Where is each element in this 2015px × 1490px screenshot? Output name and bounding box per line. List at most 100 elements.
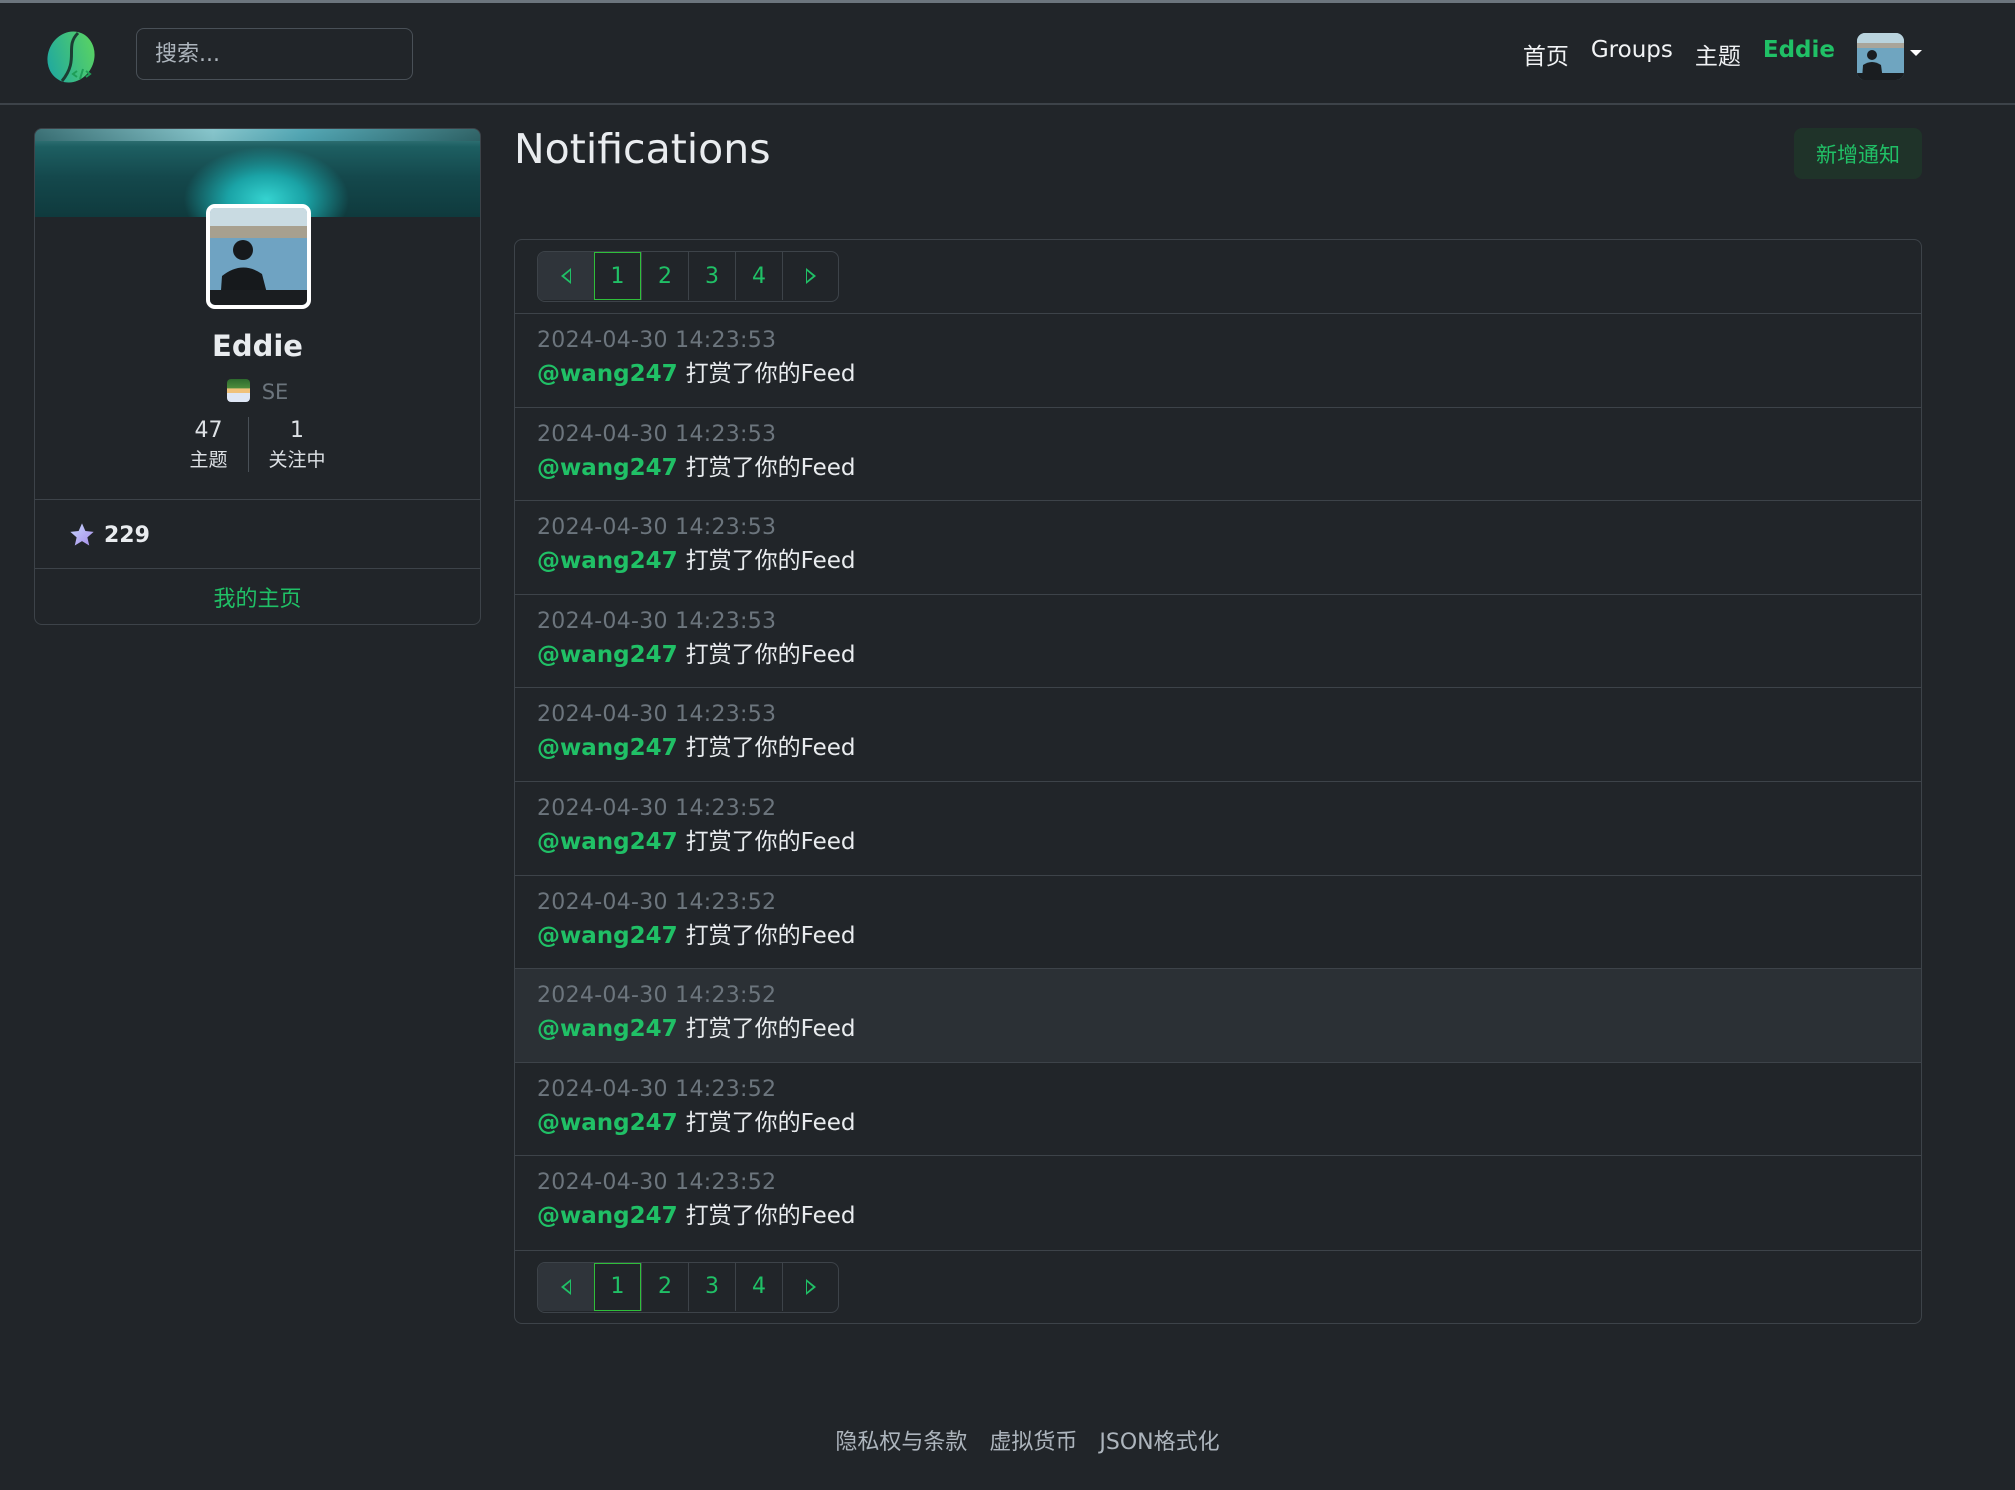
notification-timestamp: 2024-04-30 14:23:52 bbox=[537, 1076, 777, 1102]
notification-text: 打赏了你的Feed bbox=[685, 1016, 856, 1043]
page-4-button[interactable]: 4 bbox=[735, 252, 782, 300]
notification-message: @wang247 打赏了你的Feed bbox=[537, 824, 1899, 860]
notification-item[interactable]: 2024-04-30 14:23:53 @wang247 打赏了你的Feed bbox=[515, 314, 1921, 408]
notification-message: @wang247 打赏了你的Feed bbox=[537, 1011, 1899, 1047]
stat-following-value: 1 bbox=[290, 418, 304, 443]
user-avatar-menu[interactable] bbox=[1857, 33, 1904, 80]
footer-privacy-link[interactable]: 隐私权与条款 bbox=[835, 1424, 967, 1456]
next-page-button[interactable] bbox=[782, 252, 838, 300]
profile-stats: 47 主题 1 关注中 bbox=[35, 417, 480, 472]
pagination: 1 2 3 4 bbox=[537, 251, 839, 302]
notification-message: @wang247 打赏了你的Feed bbox=[537, 918, 1899, 954]
footer-json-link[interactable]: JSON格式化 bbox=[1099, 1424, 1219, 1456]
stat-following[interactable]: 1 关注中 bbox=[247, 417, 346, 472]
notification-text: 打赏了你的Feed bbox=[685, 361, 856, 387]
add-notification-button[interactable]: 新增通知 bbox=[1794, 128, 1922, 179]
notification-user-link[interactable]: @wang247 bbox=[537, 1203, 678, 1229]
notification-user-link[interactable]: @wang247 bbox=[537, 642, 678, 668]
caret-down-icon[interactable] bbox=[1910, 50, 1922, 56]
notification-message: @wang247 打赏了你的Feed bbox=[537, 1198, 1899, 1234]
notification-user-link[interactable]: @wang247 bbox=[537, 455, 678, 481]
pagination: 1 2 3 4 bbox=[537, 1261, 839, 1313]
notification-text: 打赏了你的Feed bbox=[685, 922, 856, 949]
page-3-button[interactable]: 3 bbox=[688, 1262, 735, 1311]
profile-card: Eddie SE 47 主题 1 关注中 229 我的主页 bbox=[34, 128, 481, 625]
notification-user-link[interactable]: @wang247 bbox=[537, 1016, 678, 1042]
technologist-emoji-icon bbox=[226, 379, 250, 402]
notification-timestamp: 2024-04-30 14:23:53 bbox=[537, 515, 777, 541]
notification-timestamp: 2024-04-30 14:23:52 bbox=[537, 983, 777, 1009]
notification-item[interactable]: 2024-04-30 14:23:53 @wang247 打赏了你的Feed bbox=[515, 688, 1921, 782]
stat-topics-label: 主题 bbox=[189, 449, 228, 471]
notification-message: @wang247 打赏了你的Feed bbox=[537, 543, 1899, 579]
prev-page-button[interactable] bbox=[538, 1262, 594, 1311]
stat-topics-value: 47 bbox=[194, 418, 223, 443]
notification-item[interactable]: 2024-04-30 14:23:52 @wang247 打赏了你的Feed bbox=[515, 1156, 1921, 1250]
pagination-top: 1 2 3 4 bbox=[515, 240, 1921, 314]
notification-text: 打赏了你的Feed bbox=[685, 1203, 856, 1230]
notification-text: 打赏了你的Feed bbox=[685, 828, 856, 855]
divider bbox=[35, 499, 480, 500]
notification-timestamp: 2024-04-30 14:23:52 bbox=[537, 795, 777, 821]
my-homepage-link[interactable]: 我的主页 bbox=[35, 581, 480, 613]
score-value: 229 bbox=[104, 522, 150, 548]
page-3-button[interactable]: 3 bbox=[688, 252, 735, 300]
notification-message: @wang247 打赏了你的Feed bbox=[537, 637, 1899, 673]
notification-text: 打赏了你的Feed bbox=[685, 1109, 856, 1136]
prev-triangle-icon bbox=[561, 1278, 571, 1295]
prev-page-button[interactable] bbox=[538, 252, 594, 300]
page-1-button[interactable]: 1 bbox=[594, 252, 641, 300]
stat-topics[interactable]: 47 主题 bbox=[169, 417, 247, 472]
profile-name: Eddie bbox=[212, 329, 303, 363]
notification-user-link[interactable]: @wang247 bbox=[537, 548, 678, 574]
page-4-button[interactable]: 4 bbox=[735, 1262, 782, 1311]
notification-timestamp: 2024-04-30 14:23:53 bbox=[537, 421, 777, 447]
role-text: SE bbox=[261, 380, 289, 404]
notification-item[interactable]: 2024-04-30 14:23:53 @wang247 打赏了你的Feed bbox=[515, 501, 1921, 595]
notification-user-link[interactable]: @wang247 bbox=[537, 829, 678, 855]
bean-code-logo-icon[interactable] bbox=[44, 29, 100, 85]
avatar-image bbox=[1857, 33, 1904, 80]
notification-item[interactable]: 2024-04-30 14:23:52 @wang247 打赏了你的Feed bbox=[515, 876, 1921, 970]
notification-list: 2024-04-30 14:23:53 @wang247 打赏了你的Feed 2024… bbox=[515, 314, 1921, 1250]
notification-user-link[interactable]: @wang247 bbox=[537, 735, 678, 761]
notification-item[interactable]: 2024-04-30 14:23:52 @wang247 打赏了你的Feed bbox=[515, 1063, 1921, 1157]
notifications-card: 1 2 3 4 2024-04-30 14:23:53 @wang247 打赏了你的… bbox=[514, 239, 1922, 1324]
notification-timestamp: 2024-04-30 14:23:53 bbox=[537, 608, 777, 634]
stat-following-label: 关注中 bbox=[268, 449, 326, 471]
notification-user-link[interactable]: @wang247 bbox=[537, 1110, 678, 1136]
page-2-button[interactable]: 2 bbox=[641, 252, 688, 300]
nav-user-profile[interactable]: Eddie bbox=[1763, 37, 1835, 71]
profile-avatar[interactable] bbox=[206, 204, 311, 309]
footer-currency-link[interactable]: 虚拟货币 bbox=[989, 1424, 1077, 1456]
footer: 隐私权与条款 虚拟货币 JSON格式化 bbox=[0, 1424, 2015, 1456]
notification-text: 打赏了你的Feed bbox=[685, 735, 856, 762]
notification-text: 打赏了你的Feed bbox=[685, 641, 856, 668]
nav-topics[interactable]: 主题 bbox=[1695, 37, 1741, 71]
pagination-bottom: 1 2 3 4 bbox=[515, 1249, 1921, 1323]
notification-user-link[interactable]: @wang247 bbox=[537, 923, 678, 949]
notification-timestamp: 2024-04-30 14:23:52 bbox=[537, 889, 777, 915]
notification-item[interactable]: 2024-04-30 14:23:53 @wang247 打赏了你的Feed bbox=[515, 408, 1921, 502]
next-triangle-icon bbox=[805, 1278, 816, 1295]
navbar: 首页 Groups 主题 Eddie bbox=[0, 3, 2015, 105]
profile-role: SE bbox=[35, 379, 480, 404]
notification-message: @wang247 打赏了你的Feed bbox=[537, 450, 1899, 486]
nav-groups[interactable]: Groups bbox=[1591, 37, 1673, 71]
page-2-button[interactable]: 2 bbox=[641, 1262, 688, 1311]
notification-item[interactable]: 2024-04-30 14:23:52 @wang247 打赏了你的Feed bbox=[515, 969, 1921, 1063]
notification-item[interactable]: 2024-04-30 14:23:52 @wang247 打赏了你的Feed bbox=[515, 782, 1921, 876]
notification-message: @wang247 打赏了你的Feed bbox=[537, 1105, 1899, 1141]
notification-message: @wang247 打赏了你的Feed bbox=[537, 356, 1899, 392]
page-1-button[interactable]: 1 bbox=[594, 1262, 641, 1311]
divider bbox=[35, 568, 480, 569]
next-page-button[interactable] bbox=[782, 1262, 838, 1311]
notification-timestamp: 2024-04-30 14:23:53 bbox=[537, 702, 777, 728]
notification-message: @wang247 打赏了你的Feed bbox=[537, 730, 1899, 766]
notification-user-link[interactable]: @wang247 bbox=[537, 361, 678, 387]
search-input[interactable] bbox=[136, 28, 413, 80]
notification-timestamp: 2024-04-30 14:23:53 bbox=[537, 328, 777, 353]
score: 229 bbox=[68, 521, 150, 549]
notification-item[interactable]: 2024-04-30 14:23:53 @wang247 打赏了你的Feed bbox=[515, 595, 1921, 689]
nav-home[interactable]: 首页 bbox=[1523, 37, 1569, 71]
